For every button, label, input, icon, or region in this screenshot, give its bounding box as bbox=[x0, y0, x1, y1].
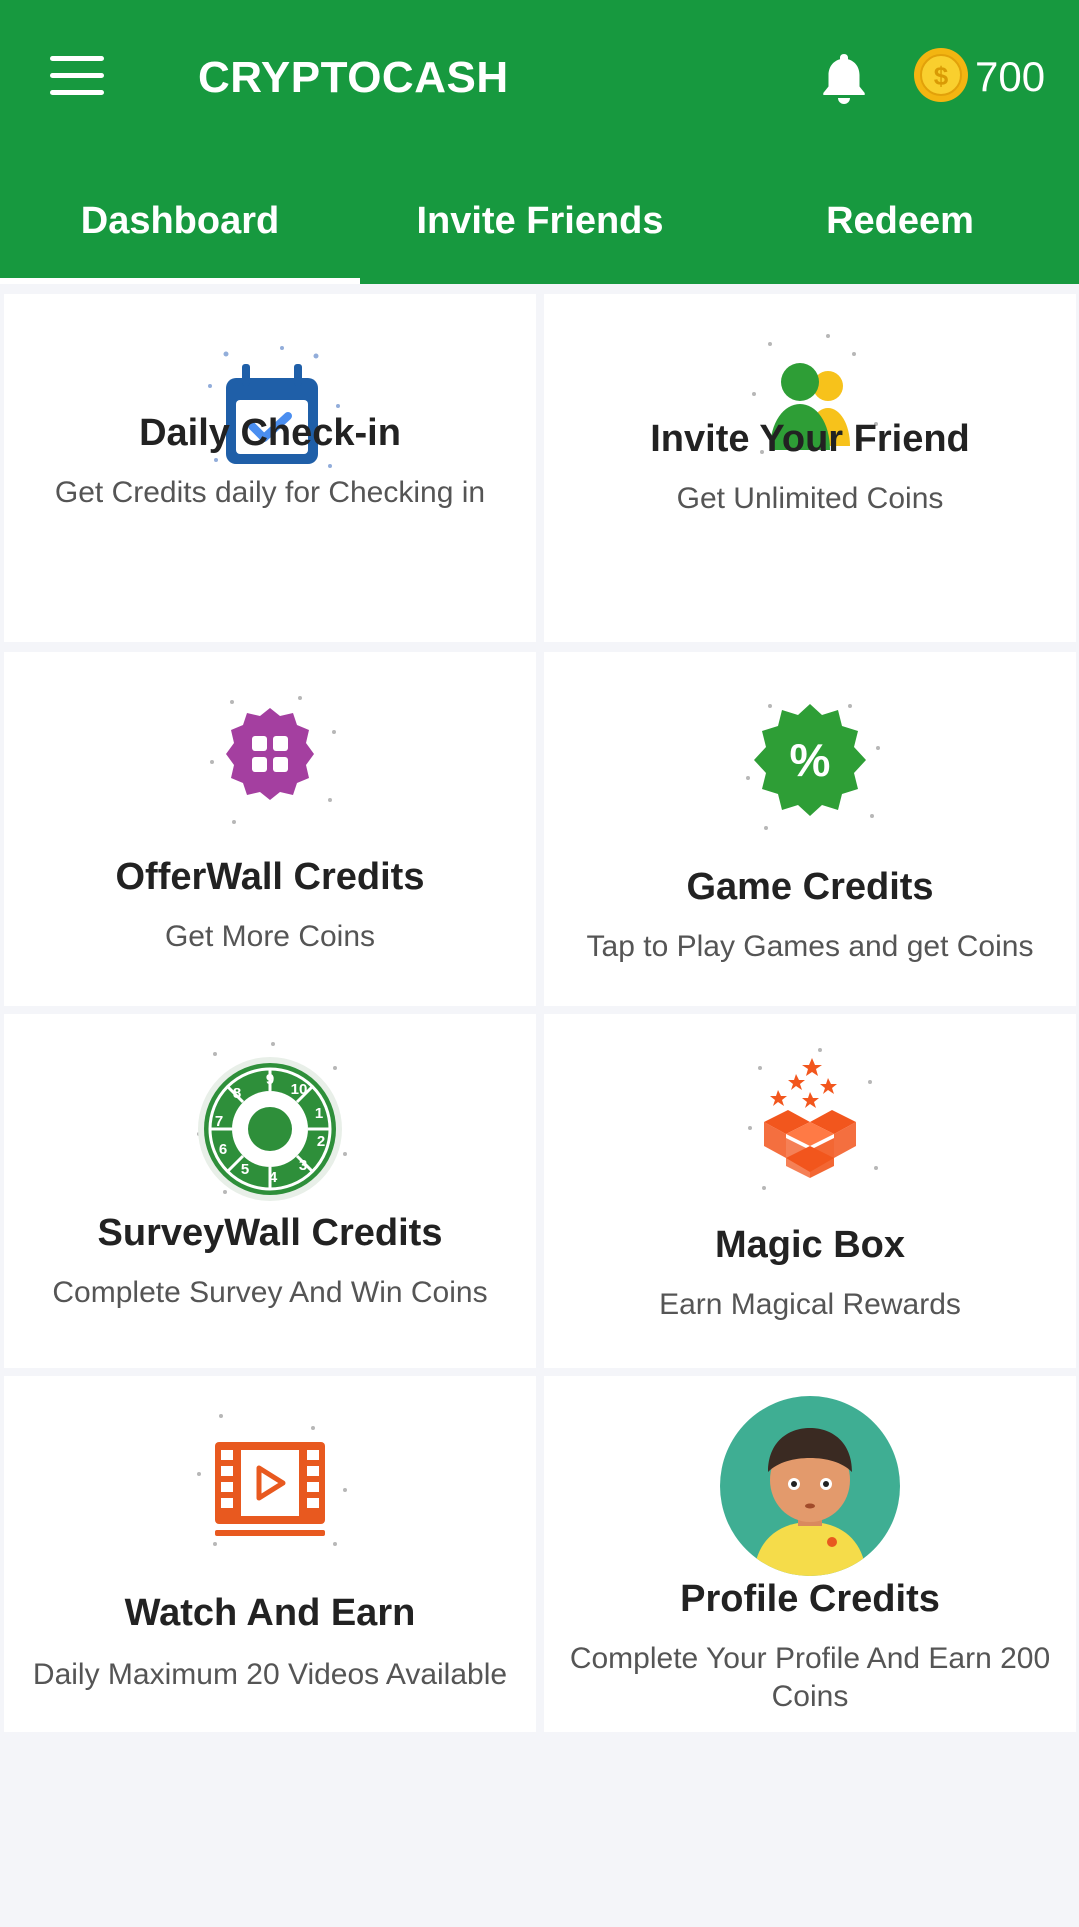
card-title: Game Credits bbox=[686, 866, 934, 908]
bell-icon[interactable] bbox=[814, 48, 874, 108]
card-subtitle: Get Unlimited Coins bbox=[676, 482, 944, 515]
card-title: Daily Check-in bbox=[139, 412, 401, 454]
tab-dashboard[interactable]: Dashboard bbox=[40, 190, 320, 252]
percent-badge-icon: % bbox=[746, 704, 880, 830]
card-profile-credits[interactable]: Profile Credits Complete Your Profile An… bbox=[544, 1376, 1076, 1732]
card-daily-check-in[interactable]: Daily Check-in Get Credits daily for Che… bbox=[4, 294, 536, 642]
svg-text:1: 1 bbox=[315, 1105, 323, 1122]
card-surveywall-credits[interactable]: 9 10 1 23 4 56 78 SurveyWall Credits Complet… bbox=[4, 1014, 536, 1368]
active-tab-indicator bbox=[0, 278, 360, 284]
app-title: CRYPTOCASH bbox=[198, 53, 509, 102]
card-subtitle: Get More Coins bbox=[164, 920, 376, 953]
card-title: Magic Box bbox=[714, 1224, 906, 1266]
card-title: OfferWall Credits bbox=[115, 856, 425, 898]
card-offerwall-credits[interactable]: OfferWall Credits Get More Coins bbox=[4, 652, 536, 1006]
card-subtitle: Complete Survey And Win Coins bbox=[52, 1276, 488, 1309]
svg-text:5: 5 bbox=[241, 1161, 249, 1178]
magic-box-icon bbox=[748, 1048, 878, 1190]
coin-icon: $ bbox=[913, 47, 969, 103]
offerwall-badge-icon bbox=[210, 696, 336, 824]
svg-text:6: 6 bbox=[219, 1141, 227, 1158]
svg-text:7: 7 bbox=[215, 1113, 223, 1130]
card-title: SurveyWall Credits bbox=[97, 1212, 443, 1254]
card-game-credits[interactable]: % Game Credits Tap to Play Games and get… bbox=[544, 652, 1076, 1006]
card-title: Watch And Earn bbox=[124, 1592, 416, 1634]
menu-icon[interactable] bbox=[50, 56, 104, 96]
card-title: Profile Credits bbox=[680, 1578, 940, 1620]
svg-text:9: 9 bbox=[266, 1071, 274, 1088]
card-subtitle: Earn Magical Rewards bbox=[659, 1288, 961, 1321]
card-title: Invite Your Friend bbox=[650, 418, 970, 460]
card-subtitle: Complete Your Profile And Earn 200 Coins bbox=[569, 1642, 1051, 1713]
svg-text:4: 4 bbox=[269, 1169, 278, 1186]
tab-redeem[interactable]: Redeem bbox=[780, 190, 1020, 252]
tab-invite-friends[interactable]: Invite Friends bbox=[390, 190, 690, 252]
card-subtitle: Get Credits daily for Checking in bbox=[54, 476, 486, 509]
svg-text:8: 8 bbox=[233, 1085, 241, 1102]
card-subtitle: Tap to Play Games and get Coins bbox=[586, 930, 1034, 963]
card-magic-box[interactable]: Magic Box Earn Magical Rewards bbox=[544, 1014, 1076, 1368]
svg-text:3: 3 bbox=[299, 1157, 307, 1174]
svg-text:10: 10 bbox=[291, 1081, 308, 1098]
svg-text:$: $ bbox=[934, 61, 949, 91]
card-watch-and-earn[interactable]: Watch And Earn Daily Maximum 20 Videos A… bbox=[4, 1376, 536, 1732]
app-bar: CRYPTOCASH $ 700 Dashboard Invite Friend… bbox=[0, 0, 1079, 284]
coin-balance: 700 bbox=[975, 53, 1046, 100]
card-invite-your-friend[interactable]: Invite Your Friend Get Unlimited Coins bbox=[544, 294, 1076, 642]
profile-avatar-icon bbox=[720, 1396, 900, 1576]
video-film-icon bbox=[197, 1414, 347, 1546]
survey-wheel-icon: 9 10 1 23 4 56 78 bbox=[197, 1042, 347, 1201]
svg-text:%: % bbox=[790, 734, 831, 786]
card-subtitle: Daily Maximum 20 Videos Available bbox=[32, 1658, 508, 1691]
svg-text:2: 2 bbox=[317, 1133, 325, 1150]
